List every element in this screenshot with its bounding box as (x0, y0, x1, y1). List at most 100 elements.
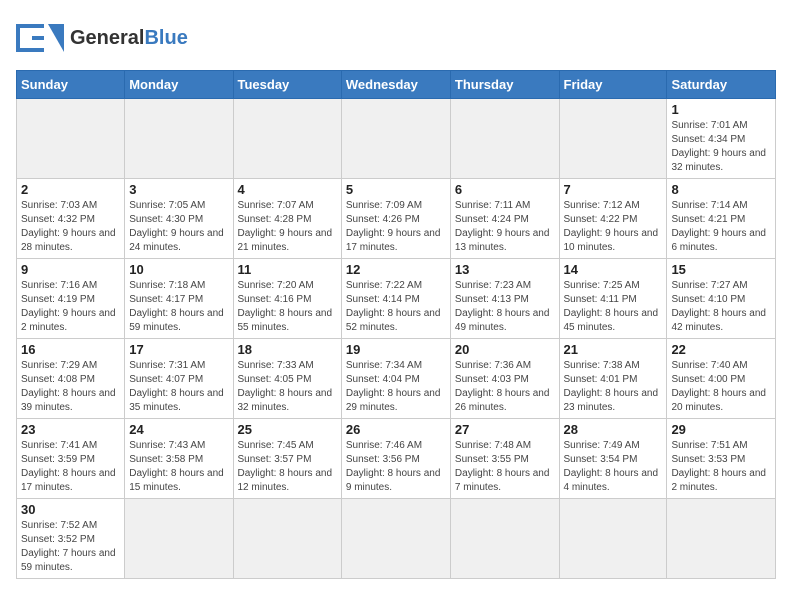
day-info: Sunrise: 7:05 AM Sunset: 4:30 PM Dayligh… (129, 199, 228, 255)
day-number: 30 (21, 502, 120, 517)
calendar-cell: 17 Sunrise: 7:31 AM Sunset: 4:07 PM Dayli… (125, 339, 233, 419)
day-number: 10 (129, 262, 228, 277)
day-number: 5 (346, 182, 446, 197)
day-info: Sunrise: 7:49 AM Sunset: 3:54 PM Dayligh… (564, 439, 663, 495)
calendar-cell: 25 Sunrise: 7:45 AM Sunset: 3:57 PM Dayli… (233, 419, 341, 499)
day-number: 3 (129, 182, 228, 197)
weekday-header-sunday: Sunday (17, 71, 125, 99)
day-number: 20 (455, 342, 555, 357)
day-info: Sunrise: 7:07 AM Sunset: 4:28 PM Dayligh… (238, 199, 337, 255)
day-number: 9 (21, 262, 120, 277)
calendar-cell (341, 99, 450, 179)
header: GeneralBlue (16, 16, 776, 60)
calendar-cell (559, 99, 667, 179)
day-info: Sunrise: 7:31 AM Sunset: 4:07 PM Dayligh… (129, 359, 228, 415)
week-row-4: 23 Sunrise: 7:41 AM Sunset: 3:59 PM Dayli… (17, 419, 776, 499)
calendar-cell: 8Sunrise: 7:14 AM Sunset: 4:21 PM Daylig… (667, 179, 776, 259)
calendar-cell: 4Sunrise: 7:07 AM Sunset: 4:28 PM Daylig… (233, 179, 341, 259)
logo: GeneralBlue (16, 16, 188, 60)
week-row-1: 2Sunrise: 7:03 AM Sunset: 4:32 PM Daylig… (17, 179, 776, 259)
day-number: 16 (21, 342, 120, 357)
calendar-cell: 14 Sunrise: 7:25 AM Sunset: 4:11 PM Dayli… (559, 259, 667, 339)
week-row-0: 1Sunrise: 7:01 AM Sunset: 4:34 PM Daylig… (17, 99, 776, 179)
week-row-3: 16 Sunrise: 7:29 AM Sunset: 4:08 PM Dayli… (17, 339, 776, 419)
weekday-header-tuesday: Tuesday (233, 71, 341, 99)
weekday-header-saturday: Saturday (667, 71, 776, 99)
day-info: Sunrise: 7:29 AM Sunset: 4:08 PM Dayligh… (21, 359, 120, 415)
calendar-cell: 1Sunrise: 7:01 AM Sunset: 4:34 PM Daylig… (667, 99, 776, 179)
calendar-cell: 18Sunrise: 7:33 AM Sunset: 4:05 PM Dayli… (233, 339, 341, 419)
weekday-header-row: SundayMondayTuesdayWednesdayThursdayFrid… (17, 71, 776, 99)
day-number: 8 (671, 182, 771, 197)
calendar-cell (125, 99, 233, 179)
day-info: Sunrise: 7:43 AM Sunset: 3:58 PM Dayligh… (129, 439, 228, 495)
day-number: 1 (671, 102, 771, 117)
calendar-cell: 9 Sunrise: 7:16 AM Sunset: 4:19 PM Daylig… (17, 259, 125, 339)
weekday-header-monday: Monday (125, 71, 233, 99)
calendar-cell: 22 Sunrise: 7:40 AM Sunset: 4:00 PM Dayli… (667, 339, 776, 419)
day-number: 27 (455, 422, 555, 437)
day-info: Sunrise: 7:20 AM Sunset: 4:16 PM Dayligh… (238, 279, 337, 335)
day-number: 7 (564, 182, 663, 197)
calendar-cell (125, 499, 233, 579)
calendar-cell: 27Sunrise: 7:48 AM Sunset: 3:55 PM Dayli… (450, 419, 559, 499)
day-number: 25 (238, 422, 337, 437)
calendar-cell: 12Sunrise: 7:22 AM Sunset: 4:14 PM Dayli… (341, 259, 450, 339)
day-info: Sunrise: 7:41 AM Sunset: 3:59 PM Dayligh… (21, 439, 120, 495)
calendar-cell: 5Sunrise: 7:09 AM Sunset: 4:26 PM Daylig… (341, 179, 450, 259)
logo-icon (16, 16, 64, 60)
calendar-cell: 29 Sunrise: 7:51 AM Sunset: 3:53 PM Dayli… (667, 419, 776, 499)
day-number: 23 (21, 422, 120, 437)
day-info: Sunrise: 7:12 AM Sunset: 4:22 PM Dayligh… (564, 199, 663, 255)
day-info: Sunrise: 7:18 AM Sunset: 4:17 PM Dayligh… (129, 279, 228, 335)
day-number: 22 (671, 342, 771, 357)
calendar-cell: 16 Sunrise: 7:29 AM Sunset: 4:08 PM Dayli… (17, 339, 125, 419)
day-info: Sunrise: 7:27 AM Sunset: 4:10 PM Dayligh… (671, 279, 771, 335)
day-number: 28 (564, 422, 663, 437)
calendar-cell (233, 99, 341, 179)
calendar-cell: 13Sunrise: 7:23 AM Sunset: 4:13 PM Dayli… (450, 259, 559, 339)
calendar-cell: 11 Sunrise: 7:20 AM Sunset: 4:16 PM Dayli… (233, 259, 341, 339)
day-info: Sunrise: 7:34 AM Sunset: 4:04 PM Dayligh… (346, 359, 446, 415)
day-info: Sunrise: 7:22 AM Sunset: 4:14 PM Dayligh… (346, 279, 446, 335)
day-info: Sunrise: 7:45 AM Sunset: 3:57 PM Dayligh… (238, 439, 337, 495)
day-info: Sunrise: 7:25 AM Sunset: 4:11 PM Dayligh… (564, 279, 663, 335)
day-number: 17 (129, 342, 228, 357)
day-info: Sunrise: 7:38 AM Sunset: 4:01 PM Dayligh… (564, 359, 663, 415)
calendar-cell: 2Sunrise: 7:03 AM Sunset: 4:32 PM Daylig… (17, 179, 125, 259)
calendar-cell (450, 499, 559, 579)
day-number: 11 (238, 262, 337, 277)
day-info: Sunrise: 7:51 AM Sunset: 3:53 PM Dayligh… (671, 439, 771, 495)
day-number: 14 (564, 262, 663, 277)
day-number: 18 (238, 342, 337, 357)
day-info: Sunrise: 7:46 AM Sunset: 3:56 PM Dayligh… (346, 439, 446, 495)
calendar-cell: 30 Sunrise: 7:52 AM Sunset: 3:52 PM Dayli… (17, 499, 125, 579)
day-number: 26 (346, 422, 446, 437)
calendar-cell (17, 99, 125, 179)
calendar-cell: 24Sunrise: 7:43 AM Sunset: 3:58 PM Dayli… (125, 419, 233, 499)
calendar-cell (233, 499, 341, 579)
day-info: Sunrise: 7:52 AM Sunset: 3:52 PM Dayligh… (21, 519, 120, 575)
calendar-cell: 21Sunrise: 7:38 AM Sunset: 4:01 PM Dayli… (559, 339, 667, 419)
weekday-header-wednesday: Wednesday (341, 71, 450, 99)
calendar-table: SundayMondayTuesdayWednesdayThursdayFrid… (16, 70, 776, 579)
weekday-header-friday: Friday (559, 71, 667, 99)
week-row-2: 9 Sunrise: 7:16 AM Sunset: 4:19 PM Daylig… (17, 259, 776, 339)
calendar-cell (559, 499, 667, 579)
calendar-cell: 10 Sunrise: 7:18 AM Sunset: 4:17 PM Dayli… (125, 259, 233, 339)
weekday-header-thursday: Thursday (450, 71, 559, 99)
day-info: Sunrise: 7:40 AM Sunset: 4:00 PM Dayligh… (671, 359, 771, 415)
day-number: 19 (346, 342, 446, 357)
day-number: 29 (671, 422, 771, 437)
calendar-cell: 20Sunrise: 7:36 AM Sunset: 4:03 PM Dayli… (450, 339, 559, 419)
calendar-cell (450, 99, 559, 179)
calendar-cell: 23 Sunrise: 7:41 AM Sunset: 3:59 PM Dayli… (17, 419, 125, 499)
calendar-cell: 6 Sunrise: 7:11 AM Sunset: 4:24 PM Daylig… (450, 179, 559, 259)
day-info: Sunrise: 7:16 AM Sunset: 4:19 PM Dayligh… (21, 279, 120, 335)
calendar-header: SundayMondayTuesdayWednesdayThursdayFrid… (17, 71, 776, 99)
calendar-cell: 26 Sunrise: 7:46 AM Sunset: 3:56 PM Dayli… (341, 419, 450, 499)
day-number: 6 (455, 182, 555, 197)
calendar-cell: 3 Sunrise: 7:05 AM Sunset: 4:30 PM Daylig… (125, 179, 233, 259)
calendar-cell: 7 Sunrise: 7:12 AM Sunset: 4:22 PM Daylig… (559, 179, 667, 259)
day-info: Sunrise: 7:11 AM Sunset: 4:24 PM Dayligh… (455, 199, 555, 255)
